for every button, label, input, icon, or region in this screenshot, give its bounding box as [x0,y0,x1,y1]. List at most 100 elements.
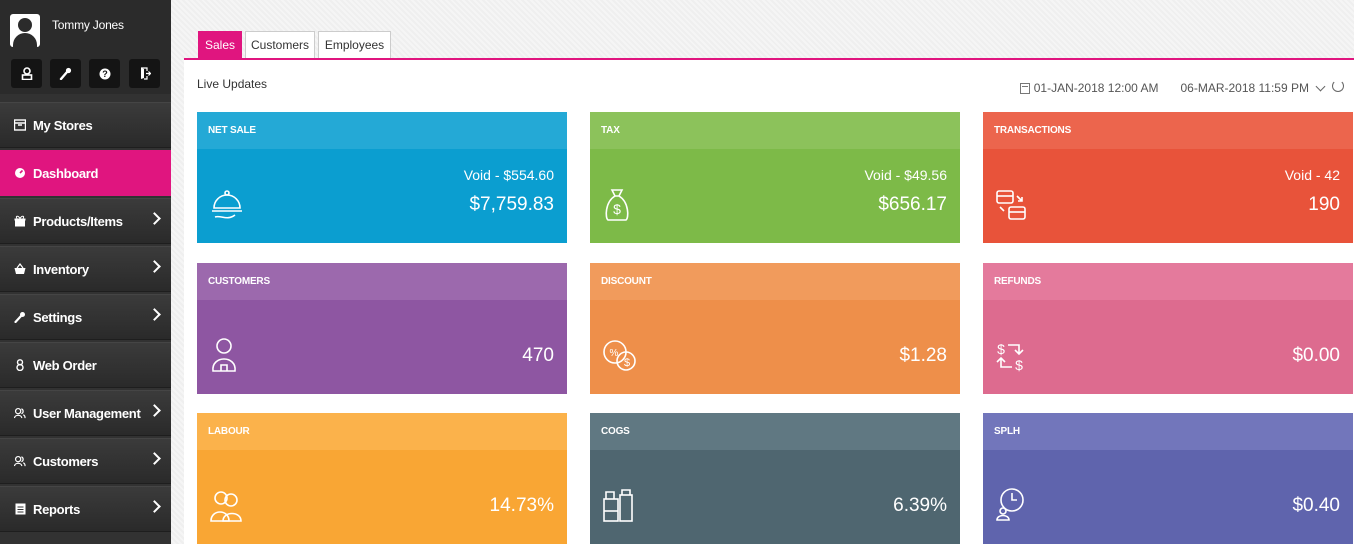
date-range-picker[interactable]: 01-JAN-2018 12:00 AM 06-MAR-2018 11:59 P… [1019,80,1344,95]
transactions-icon [995,188,1029,227]
sidebar-item-products-items[interactable]: Products/Items [0,198,171,244]
refresh-icon[interactable] [1332,80,1344,92]
svg-text:$: $ [613,201,621,217]
tab-customers[interactable]: Customers [245,31,315,58]
card-void-value: Void - $554.60 [463,167,554,183]
sidebar-item-user-management[interactable]: User Management [0,390,171,436]
sidebar-item-label: Inventory [33,261,89,277]
refunds-card[interactable]: REFUNDS $0.00 $ $ [983,263,1353,394]
sidebar-item-web-order[interactable]: Web Order [0,342,171,388]
chevron-right-icon [148,452,161,465]
tab-bar: Sales Customers Employees [184,0,1354,60]
card-value: 6.39% [893,495,947,516]
logout-icon[interactable] [129,59,160,88]
card-title: NET SALE [197,112,567,149]
card-value: $1.28 [899,345,947,366]
sidebar-item-label: Settings [33,309,82,325]
labour-card[interactable]: LABOUR 14.73% [197,413,567,544]
card-value: $0.00 [1292,345,1340,366]
labour-icon [209,489,243,528]
clock-person-icon [995,487,1027,528]
card-value: 470 [522,345,554,366]
customer-icon [209,337,239,378]
serving-cloche-icon [209,188,245,227]
svg-text:$: $ [997,341,1005,357]
card-value: $7,759.83 [469,194,554,215]
calendar-icon [1019,82,1030,94]
sidebar-item-settings[interactable]: Settings [0,294,171,340]
dashboard-content: Live Updates 01-JAN-2018 12:00 AM 06-MAR… [184,60,1354,544]
sidebar-item-label: My Stores [33,117,93,133]
chevron-right-icon [148,212,161,225]
card-void-value: Void - $49.56 [864,167,947,183]
sidebar-item-label: Products/Items [33,213,123,229]
chevron-down-icon[interactable] [1315,81,1326,92]
sidebar-item-label: Reports [33,501,81,517]
users-icon [14,455,26,467]
user-name: Tommy Jones [52,18,124,32]
transactions-card[interactable]: TRANSACTIONS Void - 42 190 [983,112,1353,243]
svg-text:$: $ [624,357,630,369]
sidebar-item-my-stores[interactable]: My Stores [0,102,171,148]
svg-text:?: ? [102,69,108,79]
users-icon [14,407,26,419]
tab-sales[interactable]: Sales [198,31,242,58]
end-date[interactable]: 06-MAR-2018 11:59 PM [1180,81,1309,95]
cogs-card[interactable]: COGS 6.39% [590,413,960,544]
cogs-icon [602,487,634,528]
sidebar-item-inventory[interactable]: Inventory [0,246,171,292]
user-icon[interactable] [11,59,42,88]
tab-employees[interactable]: Employees [318,31,391,58]
card-title: TRANSACTIONS [983,112,1353,149]
card-value: $0.40 [1292,495,1340,516]
money-bag-icon: $ [602,188,632,227]
discount-icon: % $ [602,339,638,378]
store-icon [14,119,26,131]
card-void-value: Void - 42 [1284,167,1340,183]
sidebar-item-label: Dashboard [33,165,99,181]
card-title: REFUNDS [983,263,1353,300]
sidebar-item-label: Web Order [33,357,97,373]
card-title: DISCOUNT [590,263,960,300]
main-area: Sales Customers Employees Live Updates 0… [171,0,1354,544]
svg-text:$: $ [1015,357,1023,373]
basket-icon [14,263,26,275]
customers-card[interactable]: CUSTOMERS 470 [197,263,567,394]
wrench-icon[interactable] [50,59,81,88]
svg-text:%: % [610,348,619,359]
card-title: TAX [590,112,960,149]
help-icon[interactable]: ? [89,59,120,88]
chevron-right-icon [148,260,161,273]
card-title: LABOUR [197,413,567,450]
wrench-icon [14,311,26,323]
card-value: 14.73% [489,495,554,516]
refund-icon: $ $ [995,339,1025,378]
tax-card[interactable]: TAX Void - $49.56 $656.17 $ [590,112,960,243]
net-sale-card[interactable]: NET SALE Void - $554.60 $7,759.83 [197,112,567,243]
sidebar-item-reports[interactable]: Reports [0,486,171,532]
gift-icon [14,215,26,227]
sidebar-toolbar: ? [0,54,171,94]
sidebar-item-label: User Management [33,405,141,421]
chevron-right-icon [148,308,161,321]
sidebar: Tommy Jones ? My Stores Dashboard Products… [0,0,171,544]
start-date[interactable]: 01-JAN-2018 12:00 AM [1034,81,1159,95]
card-value: $656.17 [878,194,947,215]
card-title: COGS [590,413,960,450]
avatar[interactable] [10,14,40,47]
person-icon [14,359,26,371]
discount-card[interactable]: DISCOUNT $1.28% $ [590,263,960,394]
sidebar-item-label: Customers [33,453,99,469]
chevron-right-icon [148,500,161,513]
chevron-right-icon [148,404,161,417]
card-value: 190 [1308,194,1340,215]
user-profile: Tommy Jones [0,0,171,54]
splh-card[interactable]: SPLH $0.40 [983,413,1353,544]
report-icon [14,503,26,515]
dashboard-icon [14,167,26,179]
sidebar-item-customers[interactable]: Customers [0,438,171,484]
sidebar-item-dashboard[interactable]: Dashboard [0,150,171,196]
card-title: CUSTOMERS [197,263,567,300]
live-updates-title: Live Updates [197,77,268,91]
card-title: SPLH [983,413,1353,450]
